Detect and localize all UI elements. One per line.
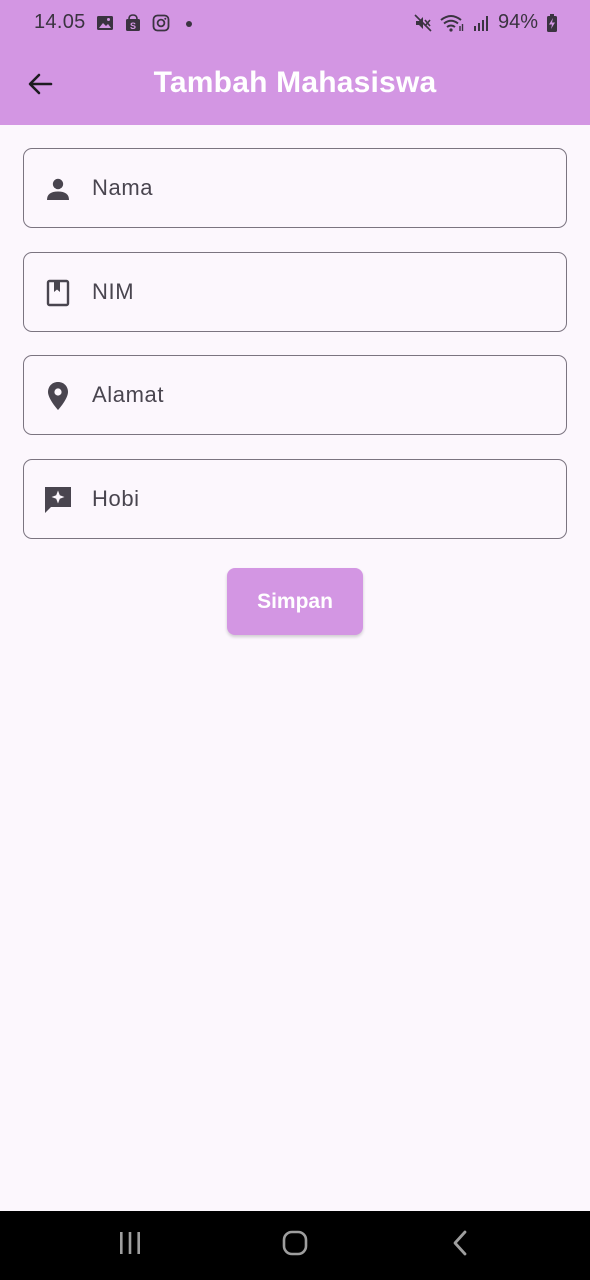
back-chevron-icon xyxy=(450,1229,470,1262)
book-icon xyxy=(43,278,73,308)
page-title: Tambah Mahasiswa xyxy=(153,66,437,99)
person-icon xyxy=(43,174,73,204)
screen: 14.05 S 94% Tambah Mahasiswa Nama NIM Al… xyxy=(0,0,590,1280)
recent-apps-icon xyxy=(117,1231,143,1260)
system-nav-bar xyxy=(0,1211,590,1280)
home-icon xyxy=(281,1229,309,1262)
name-field[interactable] xyxy=(23,148,567,228)
hobby-input[interactable] xyxy=(92,459,552,538)
address-field[interactable] xyxy=(23,355,567,435)
save-button[interactable]: Simpan xyxy=(227,568,363,635)
student-form xyxy=(23,148,567,562)
dot-icon xyxy=(180,14,198,32)
home-button[interactable] xyxy=(255,1211,335,1280)
shop-bag-icon: S xyxy=(124,13,142,32)
status-right: 94% xyxy=(414,11,558,34)
battery-charging-icon xyxy=(546,13,558,32)
recent-apps-button[interactable] xyxy=(90,1211,170,1280)
nim-input[interactable] xyxy=(92,252,552,331)
hobby-field[interactable] xyxy=(23,458,567,539)
mute-icon xyxy=(414,13,432,32)
signal-icon xyxy=(472,14,490,32)
nim-field[interactable] xyxy=(23,251,567,332)
image-icon xyxy=(96,14,114,32)
app-bar: Tambah Mahasiswa xyxy=(0,46,590,125)
chat-sparkle-icon xyxy=(43,485,73,515)
status-left: 14.05 S xyxy=(34,11,198,34)
instagram-icon xyxy=(152,14,170,32)
battery-level: 94% xyxy=(497,11,538,33)
status-time: 14.05 xyxy=(34,11,86,33)
system-back-button[interactable] xyxy=(420,1211,500,1280)
status-bar: 14.05 S 94% xyxy=(0,0,590,46)
svg-text:S: S xyxy=(130,21,136,31)
location-pin-icon xyxy=(43,381,73,411)
name-input[interactable] xyxy=(92,149,552,227)
address-input[interactable] xyxy=(92,356,552,434)
wifi-icon xyxy=(440,14,464,32)
